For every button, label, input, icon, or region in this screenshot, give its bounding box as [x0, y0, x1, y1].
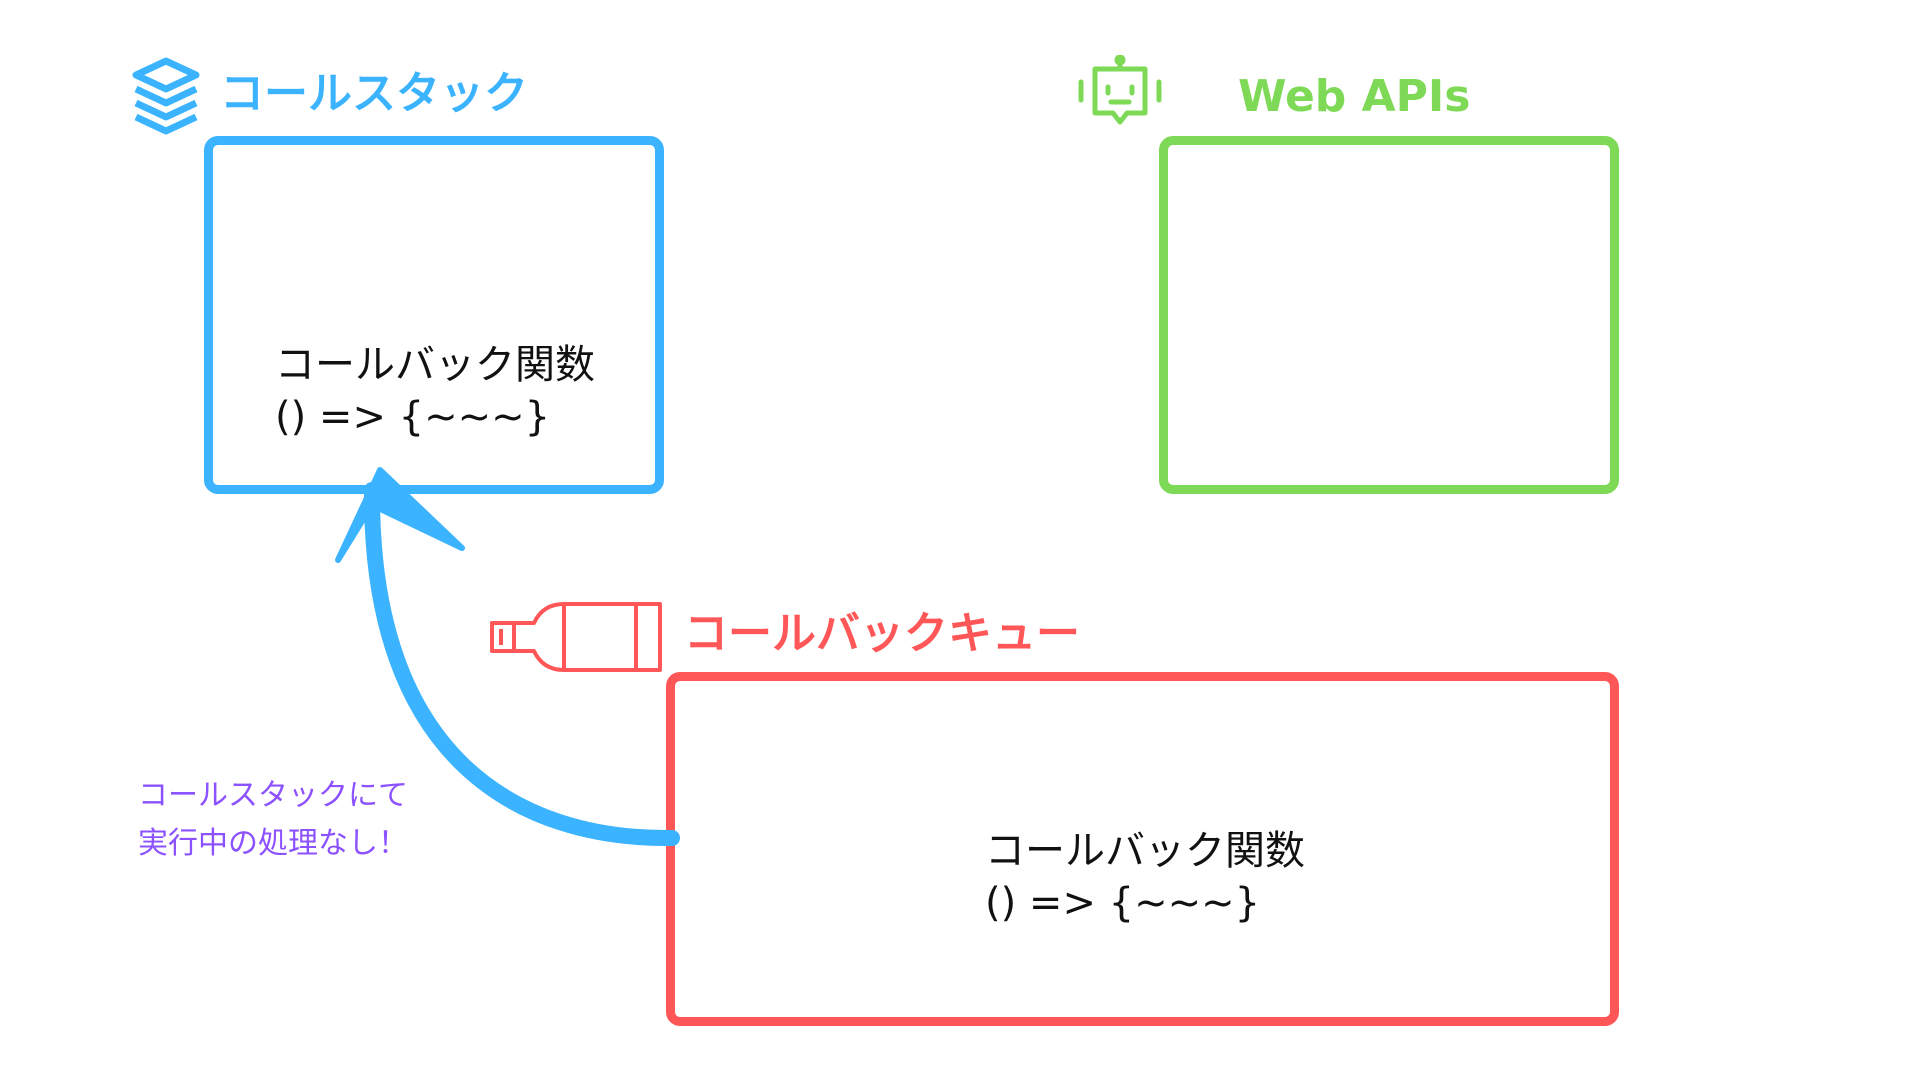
annotation-note: コールスタックにて 実行中の処理なし！: [138, 772, 408, 868]
annotation-line-2: 実行中の処理なし！: [138, 826, 408, 861]
annotation-line-1: コールスタックにて: [138, 778, 408, 813]
move-to-stack-arrow: [335, 467, 680, 847]
